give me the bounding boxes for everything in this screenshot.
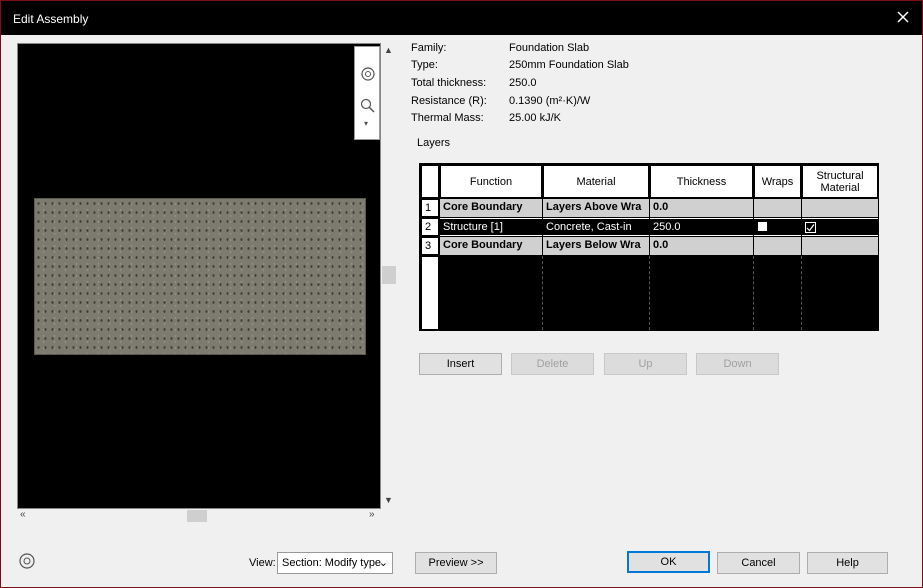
property-thermal-mass: Thermal Mass: 25.00 kJ/K [411, 112, 561, 124]
view-label: View: [249, 557, 276, 569]
navigation-bar: ▾ [354, 46, 380, 140]
cancel-button[interactable]: Cancel [717, 552, 800, 574]
layer-structural-cell[interactable] [802, 218, 878, 236]
row-number[interactable]: 3 [421, 237, 439, 255]
down-button[interactable]: Down [696, 353, 779, 375]
slab-section-preview [34, 198, 366, 355]
layers-table[interactable]: Function Material Thickness Wraps Struct… [419, 163, 879, 331]
property-family: Family: Foundation Slab [411, 42, 590, 54]
preview-pane[interactable]: ▾ [17, 43, 381, 509]
preview-vertical-scrollbar[interactable]: ▲ ▼ [381, 43, 397, 509]
close-icon[interactable] [894, 8, 912, 26]
layer-wraps-cell[interactable] [754, 199, 801, 217]
wraps-checkbox[interactable] [758, 222, 767, 231]
column-divider [801, 256, 802, 330]
up-button[interactable]: Up [604, 353, 687, 375]
column-divider [753, 256, 754, 330]
layer-function-cell[interactable]: Core Boundary [440, 237, 542, 255]
property-resistance: Resistance (R): 0.1390 (m²·K)/W [411, 95, 591, 107]
scroll-left-icon[interactable]: « [20, 509, 26, 520]
column-header-material[interactable]: Material [543, 165, 649, 198]
layer-material-cell[interactable]: Concrete, Cast-in [543, 218, 649, 236]
column-header-function[interactable]: Function [440, 165, 542, 198]
column-divider [649, 256, 650, 330]
steering-wheel-icon[interactable] [359, 65, 377, 83]
edit-assembly-dialog: Edit Assembly ▾ ▲ ▼ « » Family: Foundati… [0, 0, 923, 588]
empty-row-header [421, 256, 439, 330]
layer-thickness-cell[interactable]: 0.0 [650, 237, 753, 255]
row-number[interactable]: 1 [421, 199, 439, 217]
layer-material-cell[interactable]: Layers Above Wra [543, 199, 649, 217]
layer-thickness-cell[interactable]: 0.0 [650, 199, 753, 217]
layer-thickness-cell[interactable]: 250.0 [650, 218, 753, 236]
column-header-structural-material[interactable]: Structural Material [802, 165, 878, 198]
insert-button[interactable]: Insert [419, 353, 502, 375]
column-header-thickness[interactable]: Thickness [650, 165, 753, 198]
scroll-up-icon[interactable]: ▲ [384, 45, 393, 55]
view-select[interactable]: Section: Modify type ⌄ [277, 552, 393, 574]
layer-wraps-cell[interactable] [754, 237, 801, 255]
layer-function-cell[interactable]: Core Boundary [440, 199, 542, 217]
column-header-wraps[interactable]: Wraps [754, 165, 801, 198]
scrollbar-thumb[interactable] [382, 266, 396, 284]
dialog-title: Edit Assembly [13, 12, 89, 26]
layer-structural-cell[interactable] [802, 199, 878, 217]
ok-button[interactable]: OK [627, 551, 710, 573]
layers-label: Layers [417, 137, 451, 149]
row-header-corner [421, 165, 439, 198]
layer-wraps-cell[interactable] [754, 218, 801, 236]
zoom-icon[interactable] [359, 97, 377, 115]
row-number[interactable]: 2 [421, 218, 439, 236]
delete-button[interactable]: Delete [511, 353, 594, 375]
property-type: Type: 250mm Foundation Slab [411, 59, 629, 71]
structural-material-checkbox[interactable] [805, 222, 816, 233]
layer-function-cell[interactable]: Structure [1] [440, 218, 542, 236]
preview-horizontal-scrollbar[interactable]: « » [17, 509, 381, 523]
scrollbar-thumb[interactable] [187, 510, 207, 522]
preview-toggle-button[interactable]: Preview >> [415, 552, 497, 574]
column-divider [542, 256, 543, 330]
layer-material-cell[interactable]: Layers Below Wra [543, 237, 649, 255]
chevron-down-icon[interactable]: ▾ [364, 119, 368, 128]
scroll-down-icon[interactable]: ▼ [384, 495, 393, 505]
chevron-down-icon: ⌄ [378, 557, 388, 569]
property-total-thickness: Total thickness: 250.0 [411, 77, 537, 89]
view-select-value: Section: Modify type [282, 557, 382, 569]
title-bar: Edit Assembly [1, 1, 922, 35]
scroll-right-icon[interactable]: » [369, 509, 375, 520]
help-button[interactable]: Help [807, 552, 888, 574]
steering-wheel-icon[interactable] [17, 551, 37, 571]
layer-structural-cell[interactable] [802, 237, 878, 255]
